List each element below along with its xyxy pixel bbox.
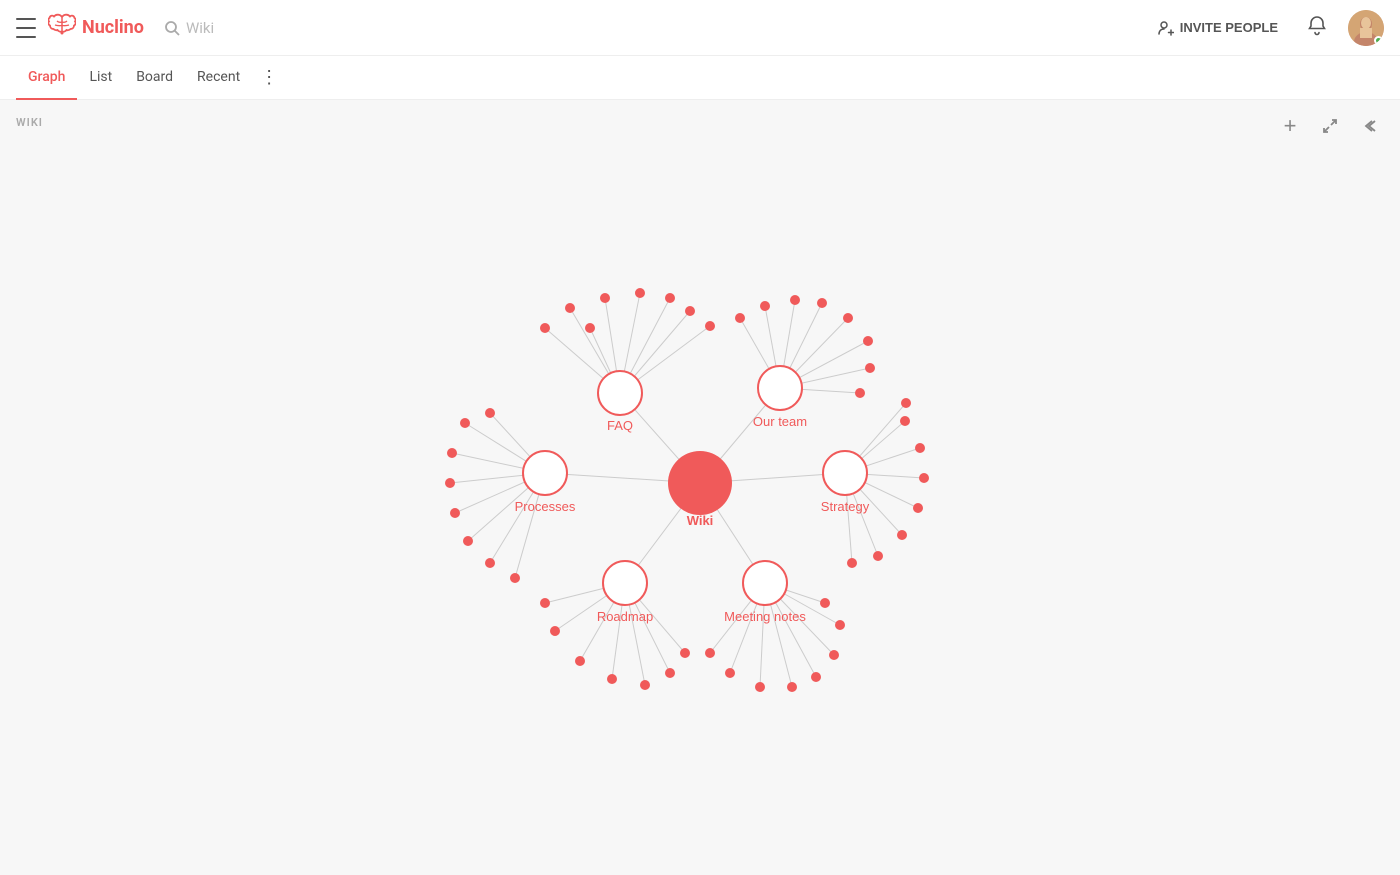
roadmap-node[interactable] [603, 561, 647, 605]
tab-graph[interactable]: Graph [16, 56, 77, 100]
strategy-label: Strategy [821, 499, 870, 514]
processes-label: Processes [515, 499, 576, 514]
wiki-center-label: Wiki [687, 513, 714, 528]
graph-svg: .edge { stroke: #ccc; stroke-width: 1; }… [250, 163, 1150, 813]
search-icon [164, 20, 180, 36]
more-options-button[interactable]: ⋮ [252, 56, 287, 100]
avatar[interactable] [1348, 10, 1384, 46]
faq-label: FAQ [607, 418, 633, 433]
ourteam-node[interactable] [758, 366, 802, 410]
tab-recent[interactable]: Recent [185, 56, 252, 100]
wiki-center-node[interactable] [668, 451, 732, 515]
meetingnotes-node[interactable] [743, 561, 787, 605]
tab-board[interactable]: Board [124, 56, 185, 100]
menu-icon[interactable] [16, 18, 36, 38]
invite-icon [1158, 20, 1174, 36]
header: Nuclino Wiki INVITE PEOPLE [0, 0, 1400, 56]
logo-label: Nuclino [82, 17, 144, 38]
content-area: WIKI + .edge { stroke: #ccc; stroke-widt… [0, 100, 1400, 875]
invite-people-button[interactable]: INVITE PEOPLE [1150, 16, 1286, 40]
ourteam-label: Our team [753, 414, 807, 429]
online-status-dot [1374, 36, 1383, 45]
strategy-node[interactable] [823, 451, 867, 495]
roadmap-label: Roadmap [597, 609, 653, 624]
nav-tabs: Graph List Board Recent ⋮ [0, 56, 1400, 100]
meetingnotes-label: Meeting notes [724, 609, 806, 624]
search-area[interactable]: Wiki [164, 19, 214, 37]
notification-bell-icon[interactable] [1306, 14, 1328, 41]
search-label: Wiki [186, 19, 214, 37]
logo[interactable]: Nuclino [48, 13, 144, 43]
processes-node[interactable] [523, 451, 567, 495]
header-right: INVITE PEOPLE [1150, 10, 1384, 46]
graph-canvas: .edge { stroke: #ccc; stroke-width: 1; }… [0, 100, 1400, 875]
brain-icon [48, 13, 76, 43]
faq-node[interactable] [598, 371, 642, 415]
tab-list[interactable]: List [77, 56, 124, 100]
